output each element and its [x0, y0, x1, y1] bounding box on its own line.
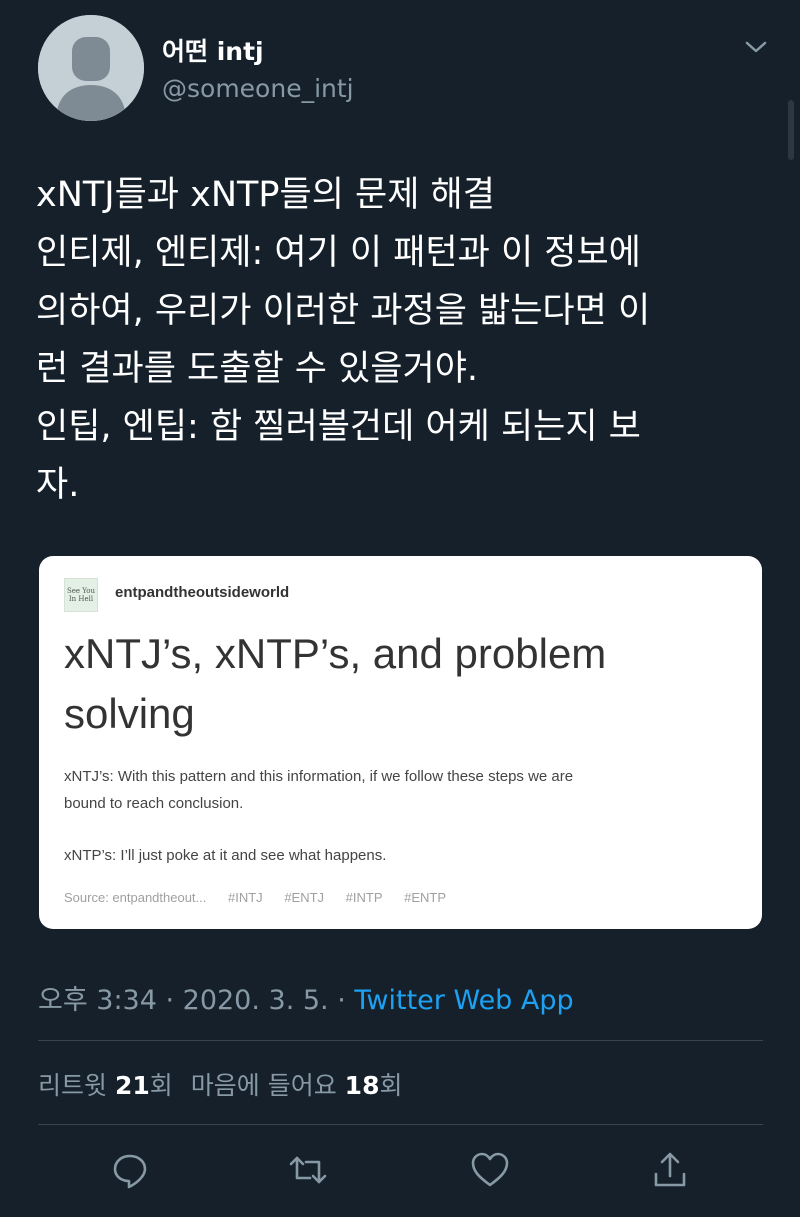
source-app-link[interactable]: Twitter Web App	[354, 985, 573, 1016]
like-count[interactable]: 18	[345, 1071, 380, 1100]
share-icon	[654, 1152, 686, 1187]
tweet-text-line: 런 결과를 도출할 수 있을거야.	[36, 349, 479, 389]
blog-logo: See You In Hell	[64, 578, 98, 612]
display-name[interactable]: 어떤 intj	[162, 32, 264, 68]
retweet-icon	[289, 1156, 327, 1184]
card-title: xNTJ’s, xNTP’s, and problem solving	[64, 624, 744, 744]
card-source: Source: entpandtheout...	[64, 890, 207, 905]
retweet-unit: 회	[149, 1071, 173, 1100]
card-body-line: xNTJ’s: With this pattern and this infor…	[64, 768, 574, 785]
tweet-text-line: 인팁, 엔팁: 함 찔러볼건데 어케 되는지 보	[36, 407, 641, 447]
card-body-ntp: xNTP’s: I’ll just poke at it and see wha…	[64, 847, 387, 864]
card-body: xNTJ’s: With this pattern and this infor…	[64, 763, 744, 817]
tweet-meta: 오후 3:34 · 2020. 3. 5. · Twitter Web App	[38, 978, 574, 1017]
avatar[interactable]	[38, 15, 144, 121]
card-footer: Source: entpandtheout... #INTJ #ENTJ #IN…	[64, 890, 464, 905]
heart-icon	[471, 1152, 509, 1187]
card-tag: #ENTJ	[284, 890, 325, 905]
embedded-post-card[interactable]: See You In Hell entpandtheoutsideworld x…	[39, 556, 762, 929]
tweet-text-line: 의하여, 우리가 이러한 과정을 밟는다면 이	[36, 291, 651, 331]
card-title-line: solving	[64, 690, 195, 737]
chevron-down-icon[interactable]	[742, 36, 770, 58]
default-avatar-icon	[38, 15, 144, 121]
tweet-stats: 리트윗 21회 마음에 들어요 18회	[38, 1066, 402, 1102]
card-author: entpandtheoutsideworld	[115, 584, 290, 601]
tweet-text: xNTJ들과 xNTP들의 문제 해결 인티제, 엔티제: 여기 이 패턴과 이…	[36, 166, 761, 514]
divider	[38, 1040, 763, 1041]
tweet-text-line: 인티제, 엔티제: 여기 이 패턴과 이 정보에	[36, 233, 641, 273]
retweet-label: 리트윗	[38, 1071, 115, 1100]
retweet-button[interactable]	[288, 1150, 328, 1190]
like-unit: 회	[379, 1071, 403, 1100]
tweet-text-line: 자.	[36, 465, 80, 505]
divider	[38, 1124, 763, 1125]
timestamp: 오후 3:34 · 2020. 3. 5. ·	[38, 985, 355, 1016]
card-body-line: bound to reach conclusion.	[64, 795, 244, 812]
card-tag: #INTJ	[228, 890, 263, 905]
tweet-detail: 어떤 intj @someone_intj xNTJ들과 xNTP들의 문제 해…	[0, 0, 800, 1217]
like-label: 마음에 들어요	[190, 1071, 345, 1100]
card-title-line: xNTJ’s, xNTP’s, and problem	[64, 630, 607, 677]
user-handle[interactable]: @someone_intj	[162, 74, 354, 103]
scrollbar[interactable]	[788, 100, 794, 160]
card-tag: #ENTP	[404, 890, 447, 905]
reply-icon	[113, 1154, 147, 1189]
reply-button[interactable]	[110, 1150, 150, 1190]
tweet-text-line: xNTJ들과 xNTP들의 문제 해결	[36, 175, 495, 215]
retweet-count[interactable]: 21	[115, 1071, 150, 1100]
card-tag: #INTP	[345, 890, 383, 905]
like-button[interactable]	[470, 1150, 510, 1190]
share-button[interactable]	[650, 1150, 690, 1190]
